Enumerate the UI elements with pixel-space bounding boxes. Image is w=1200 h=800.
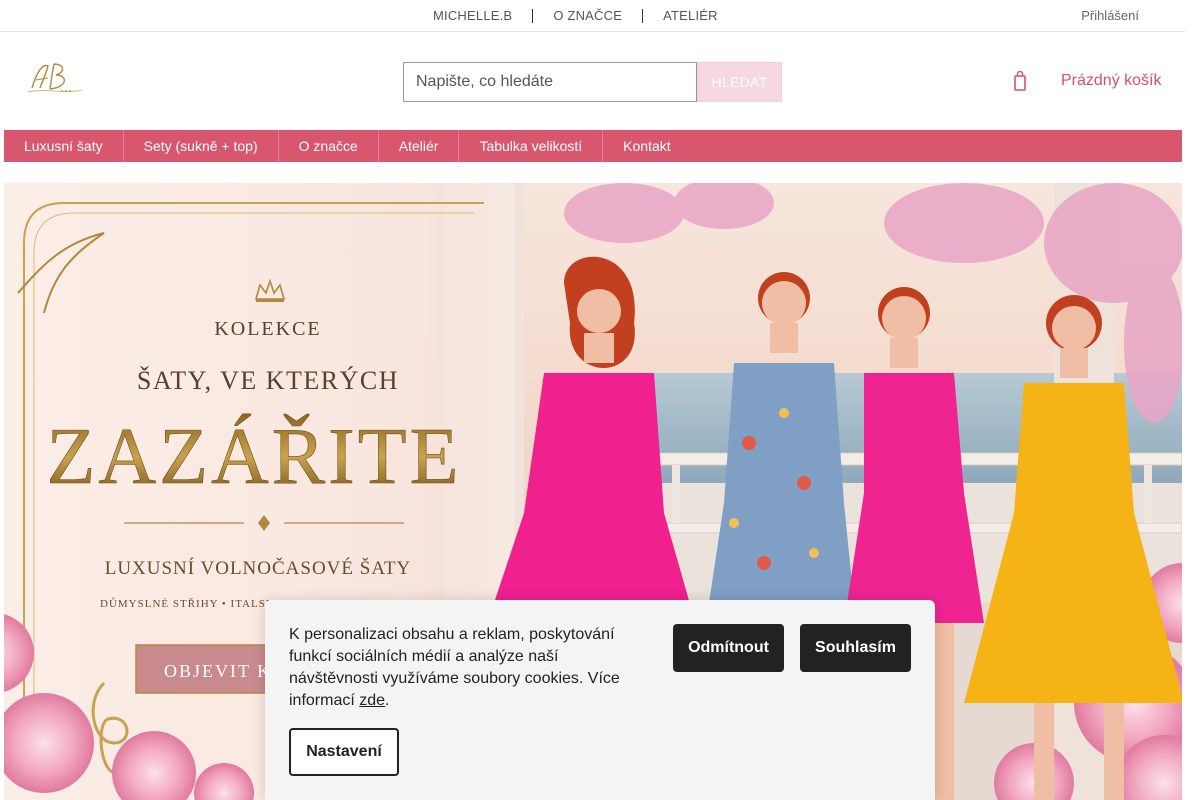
top-bar: MICHELLE.B O ZNAČCE ATELIÉR Přihlášení [0,0,1185,32]
login-link[interactable]: Přihlášení [1081,8,1139,23]
shopping-bag-icon [1013,70,1027,92]
cart-label: Prázdný košík [1061,72,1162,89]
cookie-more-info-link[interactable]: zde [359,692,385,709]
search-button[interactable]: HLEDAT [697,62,782,102]
top-link-atelier[interactable]: ATELIÉR [643,8,738,23]
logo[interactable] [24,58,86,98]
search-input[interactable] [403,62,697,102]
nav-item-o-znacce[interactable]: O značce [279,130,379,162]
cookie-text: K personalizaci obsahu a reklam, poskyto… [289,624,639,712]
hero-tagline: DŮMYSLNÉ STŘIHY • ITALSK [100,597,275,610]
cookie-consent-bar: K personalizaci obsahu a reklam, poskyto… [265,600,935,800]
top-link-michelle-b[interactable]: MICHELLE.B [413,8,532,23]
cookie-settings-button[interactable]: Nastavení [289,728,399,776]
nav-item-atelier[interactable]: Ateliér [379,130,460,162]
nav-item-tabulka-velikosti[interactable]: Tabulka velikostí [459,130,604,162]
hero-headline: ZAZÁŘITE [46,413,461,501]
top-link-o-znacce[interactable]: O ZNAČCE [533,8,642,23]
nav-item-kontakt[interactable]: Kontakt [603,130,690,162]
hero-kicker: KOLEKCE [214,318,321,340]
michelle-b-monogram-logo [27,63,83,93]
cookie-accept-button[interactable]: Souhlasím [800,624,911,672]
search-form: HLEDAT [403,62,782,102]
top-nav: MICHELLE.B O ZNAČCE ATELIÉR [413,0,738,31]
cookie-text-end: . [385,692,390,709]
hero-line1: ŠATY, VE KTERÝCH [137,366,399,395]
cart-link[interactable]: Prázdný košík [1013,70,1161,92]
main-nav: Luxusní šaty Sety (sukně + top) O značce… [4,130,1182,162]
hero-cta-label: OBJEVIT K [164,661,272,681]
hero-subline: LUXUSNÍ VOLNOČASOVÉ ŠATY [105,557,412,579]
cookie-message: K personalizaci obsahu a reklam, poskyto… [289,626,620,709]
cookie-reject-button[interactable]: Odmítnout [673,624,784,672]
nav-item-sety[interactable]: Sety (sukně + top) [124,130,279,162]
nav-item-luxusni-saty[interactable]: Luxusní šaty [4,130,124,162]
